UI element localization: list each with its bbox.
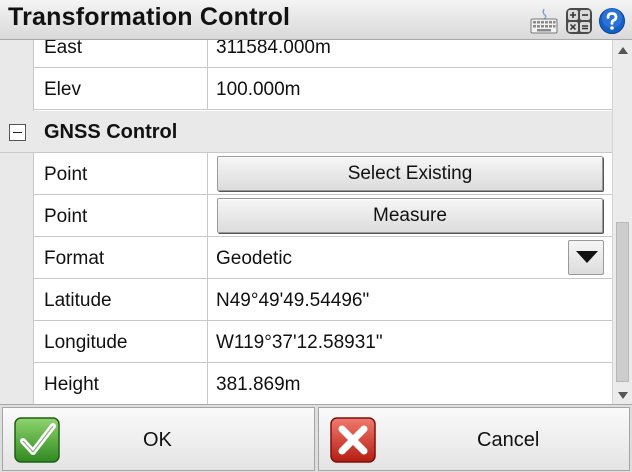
row-format: Format Geodetic	[34, 237, 612, 279]
format-dropdown-button[interactable]	[568, 240, 604, 275]
latitude-label: Latitude	[44, 290, 112, 311]
height-label: Height	[44, 374, 99, 395]
scroll-up-icon[interactable]	[618, 46, 628, 54]
select-existing-button[interactable]: Select Existing	[217, 156, 603, 191]
row-longitude: Longitude W119°37'12.58931"	[34, 321, 612, 363]
latitude-value[interactable]: N49°49'49.54496"	[216, 290, 369, 312]
column-divider	[207, 321, 208, 363]
longitude-value[interactable]: W119°37'12.58931"	[216, 332, 383, 354]
group-title: GNSS Control	[44, 121, 178, 143]
east-label: East	[44, 40, 83, 58]
elev-label: Elev	[44, 79, 81, 100]
ok-label: OK	[143, 429, 172, 451]
row-height: Height 381.869m	[34, 363, 612, 404]
keyboard-icon[interactable]	[530, 7, 558, 35]
column-divider	[207, 237, 208, 279]
column-divider	[207, 363, 208, 404]
row-latitude: Latitude N49°49'49.54496"	[34, 279, 612, 321]
row-east: East 311584.000m	[34, 40, 612, 68]
gutter	[0, 40, 34, 404]
scrollbar-thumb[interactable]	[616, 222, 629, 382]
title-bar: Transformation Control	[0, 0, 632, 40]
bottom-bar: OK Cancel	[0, 404, 632, 472]
row-point-select: Point Select Existing	[34, 153, 612, 195]
chevron-down-icon	[576, 251, 598, 263]
window-title: Transformation Control	[8, 3, 291, 31]
measure-button[interactable]: Measure	[217, 198, 603, 233]
height-value[interactable]: 381.869m	[216, 374, 301, 396]
format-select[interactable]: Geodetic	[216, 248, 292, 270]
cancel-label: Cancel	[477, 429, 540, 451]
point-label: Point	[44, 206, 88, 227]
calculator-icon[interactable]	[565, 7, 593, 35]
help-icon[interactable]	[598, 7, 626, 35]
row-point-measure: Point Measure	[34, 195, 612, 237]
cancel-button[interactable]: Cancel	[318, 407, 630, 471]
group-header-gnss-control[interactable]: GNSS Control	[0, 111, 612, 153]
ok-button[interactable]: OK	[2, 407, 315, 471]
column-divider	[207, 279, 208, 321]
vertical-scrollbar[interactable]	[612, 40, 632, 404]
collapse-icon[interactable]	[9, 124, 26, 141]
form-area: East 311584.000m Elev 100.000m GNSS Cont…	[0, 40, 632, 404]
longitude-label: Longitude	[44, 332, 128, 353]
row-elev: Elev 100.000m	[34, 68, 612, 110]
scroll-down-icon[interactable]	[618, 392, 628, 400]
column-divider	[207, 68, 208, 110]
column-divider	[207, 195, 208, 237]
column-divider	[207, 40, 208, 68]
east-value[interactable]: 311584.000m	[216, 40, 331, 59]
column-divider	[207, 153, 208, 195]
format-label: Format	[44, 248, 105, 269]
point-label: Point	[44, 164, 88, 185]
elev-value[interactable]: 100.000m	[216, 79, 301, 101]
